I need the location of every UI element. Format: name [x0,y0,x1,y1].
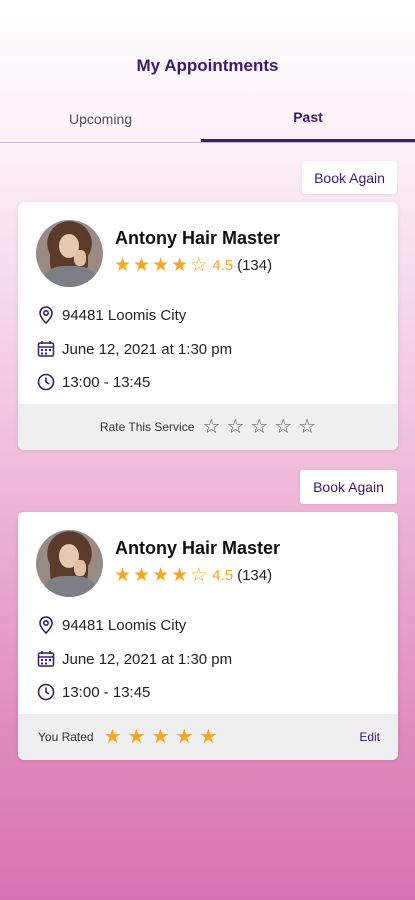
tab-bar: Upcoming Past [0,95,415,143]
rating-count: (134) [237,257,273,274]
time-text: 13:00 - 13:45 [62,683,151,701]
salon-rating: ★ ★ ★ ★ ☆ 4.5 (134) [114,566,272,585]
star-outline-icon: ☆ [190,565,208,586]
rate-service-label: Rate This Service [99,420,195,434]
page-title: My Appointments [136,56,279,75]
star-outline-icon[interactable]: ☆ [298,417,316,437]
location-text: 94481 Loomis City [62,306,187,324]
location-row: 94481 Loomis City [36,305,186,325]
avatar [36,530,103,597]
book-again-button[interactable]: Book Again [302,161,397,194]
salon-name: Antony Hair Master [115,228,281,248]
calendar-icon [37,341,55,357]
appointment-card: Antony Hair Master ★ ★ ★ ★ ☆ 4.5 (134) 9… [18,202,398,450]
star-outline-icon[interactable]: ☆ [226,417,244,437]
star-filled-icon: ★ [127,726,146,748]
star-filled-icon: ★ [171,255,189,276]
star-filled-icon: ★ [133,255,151,276]
star-filled-icon: ★ [133,565,151,586]
location-pin-icon [39,616,53,635]
star-outline-icon[interactable]: ☆ [202,417,220,437]
salon-rating: ★ ★ ★ ★ ☆ 4.5 (134) [114,256,272,275]
star-filled-icon: ★ [152,565,170,586]
time-row: 13:00 - 13:45 [36,682,150,702]
salon-name: Antony Hair Master [115,538,281,558]
star-outline-icon: ☆ [190,255,208,276]
user-rating-bar: You Rated ★ ★ ★ ★ ★ Edit [18,714,398,760]
clock-icon [37,683,55,701]
calendar-icon [37,651,55,667]
star-outline-icon[interactable]: ☆ [274,417,292,437]
tab-past[interactable]: Past [201,95,415,142]
star-filled-icon: ★ [103,726,122,748]
rating-score: 4.5 [212,567,234,584]
tab-upcoming[interactable]: Upcoming [0,95,201,143]
star-filled-icon: ★ [171,565,189,586]
star-outline-icon[interactable]: ☆ [250,417,268,437]
date-row: June 12, 2021 at 1:30 pm [36,339,232,359]
edit-rating-link[interactable]: Edit [359,730,380,744]
time-row: 13:00 - 13:45 [36,372,150,392]
time-text: 13:00 - 13:45 [62,373,151,391]
rating-count: (134) [237,567,273,584]
rating-score: 4.5 [212,257,234,274]
appointment-card: Antony Hair Master ★ ★ ★ ★ ☆ 4.5 (134) 9… [18,512,398,760]
star-filled-icon: ★ [114,255,132,276]
rate-service-bar: Rate This Service ☆ ☆ ☆ ☆ ☆ [18,404,398,450]
star-filled-icon: ★ [114,565,132,586]
star-filled-icon: ★ [175,726,194,748]
book-again-button[interactable]: Book Again [300,470,397,504]
avatar [36,220,103,287]
star-filled-icon: ★ [151,726,170,748]
star-filled-icon: ★ [152,255,170,276]
clock-icon [37,373,55,391]
date-text: June 12, 2021 at 1:30 pm [62,340,233,358]
location-pin-icon [39,306,53,325]
star-filled-icon: ★ [199,726,218,748]
date-text: June 12, 2021 at 1:30 pm [62,650,233,668]
you-rated-label: You Rated [38,730,94,744]
location-text: 94481 Loomis City [62,616,187,634]
date-row: June 12, 2021 at 1:30 pm [36,649,232,669]
location-row: 94481 Loomis City [36,615,186,635]
